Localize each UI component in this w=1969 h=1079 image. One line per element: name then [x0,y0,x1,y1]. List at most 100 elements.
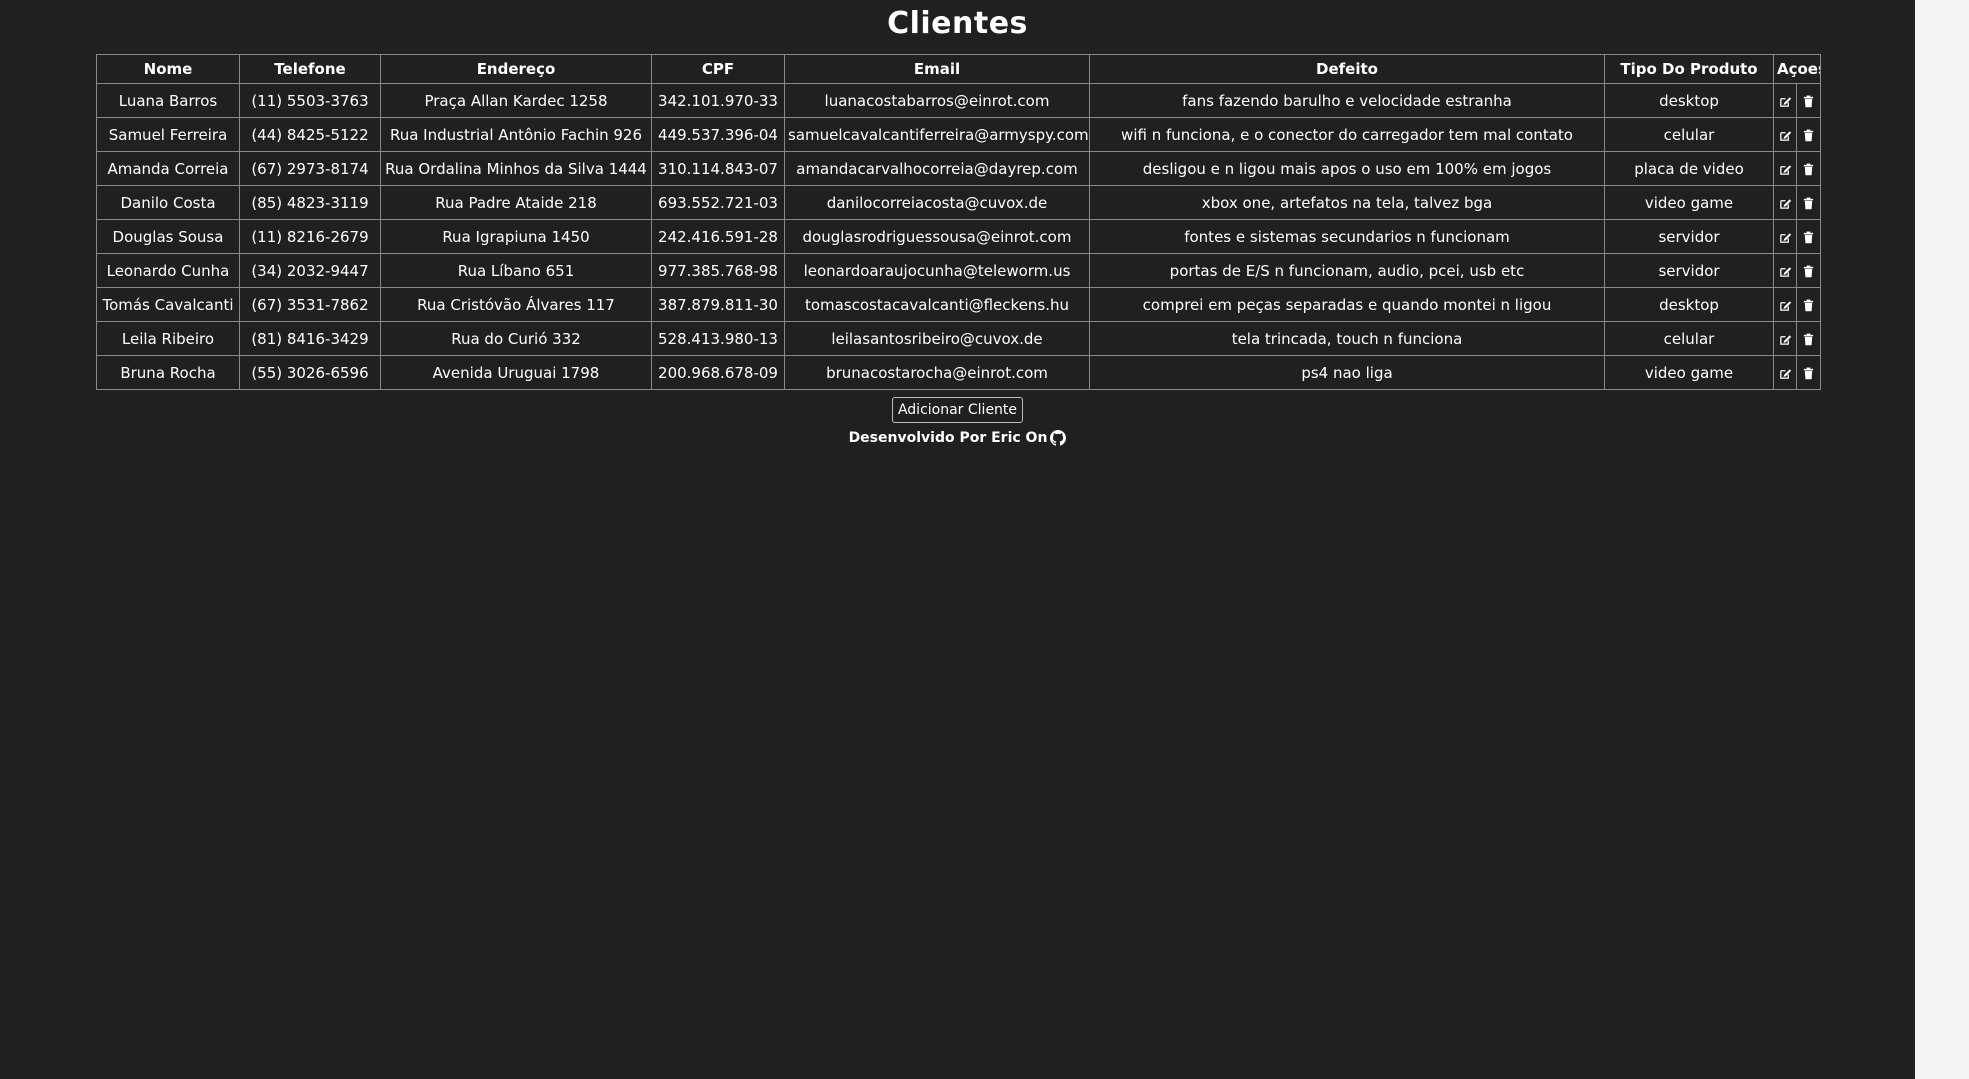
cell-cpf: 528.413.980-13 [651,321,785,356]
header-defeito: Defeito [1089,54,1605,84]
header-tipo-produto: Tipo Do Produto [1604,54,1774,84]
edit-icon[interactable] [1777,161,1793,177]
trash-icon[interactable] [1801,331,1817,347]
cell-delete-action [1795,117,1822,152]
cell-email: luanacostabarros@einrot.com [784,83,1090,118]
cell-edit-action [1773,321,1797,356]
cell-nome: Amanda Correia [96,151,240,186]
page-viewport: Clientes Nome Telefone Endereço CPF Emai… [0,0,1915,1079]
trash-icon[interactable] [1801,161,1817,177]
cell-nome: Bruna Rocha [96,355,240,390]
edit-icon[interactable] [1777,297,1793,313]
add-client-button[interactable]: Adicionar Cliente [891,397,1024,423]
table-header-row: Nome Telefone Endereço CPF Email Defeito… [96,54,1822,84]
table-row: Bruna Rocha (55) 3026-6596 Avenida Uruguai… [96,355,1822,390]
cell-tipo: servidor [1604,253,1774,288]
add-client-container: Adicionar Cliente [0,397,1915,423]
cell-delete-action [1795,253,1822,288]
cell-telefone: (11) 5503-3763 [239,83,381,118]
edit-icon[interactable] [1777,195,1793,211]
cell-endereco: Rua Igrapiuna 1450 [380,219,652,254]
cell-email: douglasrodriguessousa@einrot.com [784,219,1090,254]
header-cpf: CPF [651,54,785,84]
cell-edit-action [1773,185,1797,220]
cell-defeito: fontes e sistemas secundarios n funciona… [1089,219,1605,254]
cell-tipo: celular [1604,321,1774,356]
table-row: Samuel Ferreira (44) 8425-5122 Rua Industr… [96,117,1822,152]
cell-cpf: 200.968.678-09 [651,355,785,390]
cell-defeito: comprei em peças separadas e quando mont… [1089,287,1605,322]
table-row: Tomás Cavalcanti (67) 3531-7862 Rua Cristó… [96,287,1822,322]
header-telefone: Telefone [239,54,381,84]
cell-nome: Leonardo Cunha [96,253,240,288]
edit-icon[interactable] [1777,229,1793,245]
cell-cpf: 242.416.591-28 [651,219,785,254]
cell-cpf: 977.385.768-98 [651,253,785,288]
cell-cpf: 387.879.811-30 [651,287,785,322]
cell-endereco: Praça Allan Kardec 1258 [380,83,652,118]
trash-icon[interactable] [1801,263,1817,279]
cell-delete-action [1795,83,1822,118]
cell-endereco: Rua Cristóvão Álvares 117 [380,287,652,322]
cell-email: tomascostacavalcanti@fleckens.hu [784,287,1090,322]
cell-tipo: video game [1604,185,1774,220]
cell-edit-action [1773,355,1797,390]
cell-nome: Leila Ribeiro [96,321,240,356]
cell-endereco: Rua Padre Ataide 218 [380,185,652,220]
cell-email: samuelcavalcantiferreira@armyspy.com [784,117,1090,152]
cell-nome: Luana Barros [96,83,240,118]
table-row: Douglas Sousa (11) 8216-2679 Rua Igrapiuna… [96,219,1822,254]
page-gutter [1915,0,1969,1079]
cell-endereco: Rua do Curió 332 [380,321,652,356]
cell-edit-action [1773,117,1797,152]
cell-edit-action [1773,253,1797,288]
trash-icon[interactable] [1801,93,1817,109]
cell-edit-action [1773,83,1797,118]
table-row: Leila Ribeiro (81) 8416-3429 Rua do Curió … [96,321,1822,356]
cell-telefone: (67) 2973-8174 [239,151,381,186]
credit-text: Desenvolvido Por Eric On [848,430,1048,446]
github-icon[interactable] [1050,430,1067,446]
cell-email: brunacostarocha@einrot.com [784,355,1090,390]
cell-email: danilocorreiacosta@cuvox.de [784,185,1090,220]
edit-icon[interactable] [1777,263,1793,279]
cell-email: amandacarvalhocorreia@dayrep.com [784,151,1090,186]
cell-delete-action [1795,185,1822,220]
table-row: Amanda Correia (67) 2973-8174 Rua Ordalina… [96,151,1822,186]
cell-defeito: wifi n funciona, e o conector do carrega… [1089,117,1605,152]
developer-credit: Desenvolvido Por Eric On [0,430,1915,446]
header-nome: Nome [96,54,240,84]
cell-defeito: tela trincada, touch n funciona [1089,321,1605,356]
cell-delete-action [1795,287,1822,322]
cell-email: leilasantosribeiro@cuvox.de [784,321,1090,356]
cell-defeito: xbox one, artefatos na tela, talvez bga [1089,185,1605,220]
edit-icon[interactable] [1777,331,1793,347]
cell-defeito: ps4 nao liga [1089,355,1605,390]
clients-table: Nome Telefone Endereço CPF Email Defeito… [96,54,1822,390]
cell-telefone: (44) 8425-5122 [239,117,381,152]
cell-telefone: (85) 4823-3119 [239,185,381,220]
edit-icon[interactable] [1777,93,1793,109]
cell-tipo: desktop [1604,83,1774,118]
cell-telefone: (55) 3026-6596 [239,355,381,390]
cell-defeito: fans fazendo barulho e velocidade estran… [1089,83,1605,118]
cell-delete-action [1795,151,1822,186]
cell-tipo: desktop [1604,287,1774,322]
header-email: Email [784,54,1090,84]
cell-nome: Tomás Cavalcanti [96,287,240,322]
trash-icon[interactable] [1801,229,1817,245]
edit-icon[interactable] [1777,365,1793,381]
header-acoes: Açoes [1772,54,1822,84]
cell-email: leonardoaraujocunha@teleworm.us [784,253,1090,288]
trash-icon[interactable] [1801,297,1817,313]
cell-telefone: (67) 3531-7862 [239,287,381,322]
cell-edit-action [1773,287,1797,322]
cell-delete-action [1795,355,1822,390]
cell-cpf: 310.114.843-07 [651,151,785,186]
trash-icon[interactable] [1801,127,1817,143]
trash-icon[interactable] [1801,195,1817,211]
trash-icon[interactable] [1801,365,1817,381]
edit-icon[interactable] [1777,127,1793,143]
cell-telefone: (34) 2032-9447 [239,253,381,288]
cell-edit-action [1773,219,1797,254]
